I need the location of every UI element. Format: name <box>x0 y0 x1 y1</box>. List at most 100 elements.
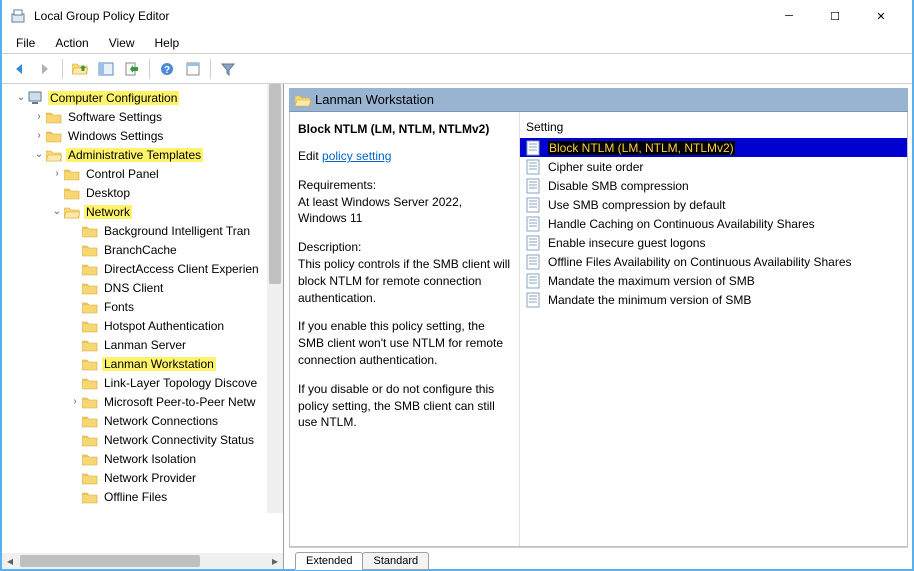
policy-icon <box>526 197 542 213</box>
vertical-scrollbar[interactable] <box>267 84 283 513</box>
scroll-right-arrow[interactable]: ▸ <box>267 553 283 569</box>
folder-icon <box>82 300 98 314</box>
setting-row[interactable]: Cipher suite order <box>520 157 907 176</box>
tree-label: Network Connections <box>102 414 220 428</box>
folder-icon <box>82 262 98 276</box>
menu-help[interactable]: Help <box>145 34 190 52</box>
settings-column: Setting Block NTLM (LM, NTLM, NTLMv2) Cip… <box>520 112 907 546</box>
tree-node-network-item[interactable]: Network Connections <box>8 411 283 430</box>
expander-icon[interactable]: › <box>68 396 82 407</box>
tree-node-network-item[interactable]: DirectAccess Client Experien <box>8 259 283 278</box>
expander-icon[interactable]: ⌄ <box>32 149 46 160</box>
setting-row[interactable]: Mandate the minimum version of SMB <box>520 290 907 309</box>
help-button[interactable]: ? <box>156 58 178 80</box>
tree-node-network-item[interactable]: Link-Layer Topology Discove <box>8 373 283 392</box>
expander-icon[interactable]: › <box>32 111 46 122</box>
tree-label: Lanman Server <box>102 338 188 352</box>
description-p1: This policy controls if the SMB client w… <box>298 257 510 305</box>
settings-column-header[interactable]: Setting <box>520 118 907 138</box>
folder-icon <box>82 414 98 428</box>
folder-icon <box>82 281 98 295</box>
tree-node-network-item[interactable]: Network Provider <box>8 468 283 487</box>
minimize-button[interactable]: ─ <box>766 0 812 32</box>
close-button[interactable]: ✕ <box>858 0 904 32</box>
folder-icon <box>82 433 98 447</box>
expander-icon[interactable]: › <box>32 130 46 141</box>
requirements-block: Requirements: At least Windows Server 20… <box>298 177 511 227</box>
toolbar: ? <box>2 54 912 84</box>
folder-icon <box>82 395 98 409</box>
tree-label: Administrative Templates <box>66 148 203 162</box>
filter-button[interactable] <box>217 58 239 80</box>
tree-node-network-item[interactable]: Offline Files <box>8 487 283 506</box>
policy-icon <box>526 273 542 289</box>
up-button[interactable] <box>69 58 91 80</box>
folder-icon <box>64 167 80 181</box>
requirements-text: At least Windows Server 2022, Windows 11 <box>298 195 462 226</box>
tree-node-network-item[interactable]: BranchCache <box>8 240 283 259</box>
scrollbar-thumb[interactable] <box>269 84 281 284</box>
policy-icon <box>526 216 542 232</box>
setting-row[interactable]: Enable insecure guest logons <box>520 233 907 252</box>
back-button[interactable] <box>8 58 30 80</box>
setting-row[interactable]: Mandate the maximum version of SMB <box>520 271 907 290</box>
tree-node-network[interactable]: ⌄ Network <box>8 202 283 221</box>
setting-row[interactable]: Offline Files Availability on Continuous… <box>520 252 907 271</box>
console-tree[interactable]: ⌄ Computer Configuration › Software Sett… <box>2 84 283 553</box>
setting-label: Handle Caching on Continuous Availabilit… <box>546 217 817 231</box>
maximize-button[interactable]: ☐ <box>812 0 858 32</box>
properties-button[interactable] <box>182 58 204 80</box>
tree-node-desktop[interactable]: Desktop <box>8 183 283 202</box>
folder-icon <box>82 224 98 238</box>
tree-node-network-item[interactable]: Background Intelligent Tran <box>8 221 283 240</box>
setting-row[interactable]: Disable SMB compression <box>520 176 907 195</box>
tree-node-network-item[interactable]: DNS Client <box>8 278 283 297</box>
tree-node-network-item[interactable]: Network Isolation <box>8 449 283 468</box>
setting-row[interactable]: Block NTLM (LM, NTLM, NTLMv2) <box>520 138 907 157</box>
menu-file[interactable]: File <box>6 34 45 52</box>
scrollbar-thumb[interactable] <box>20 555 200 567</box>
menu-action[interactable]: Action <box>45 34 98 52</box>
show-hide-tree-button[interactable] <box>95 58 117 80</box>
tree-label: BranchCache <box>102 243 179 257</box>
tree-node-computer-configuration[interactable]: ⌄ Computer Configuration <box>8 88 283 107</box>
menu-view[interactable]: View <box>99 34 145 52</box>
tree-node-administrative-templates[interactable]: ⌄ Administrative Templates <box>8 145 283 164</box>
tree-node-network-item[interactable]: Fonts <box>8 297 283 316</box>
tree-pane: ⌄ Computer Configuration › Software Sett… <box>2 84 284 569</box>
forward-button[interactable] <box>34 58 56 80</box>
tree-node-network-item[interactable]: ›Microsoft Peer-to-Peer Netw <box>8 392 283 411</box>
setting-row[interactable]: Use SMB compression by default <box>520 195 907 214</box>
tree-node-network-item[interactable]: Lanman Workstation <box>8 354 283 373</box>
scroll-left-arrow[interactable]: ◂ <box>2 553 18 569</box>
expander-icon[interactable]: ⌄ <box>14 92 28 103</box>
app-icon <box>10 8 26 24</box>
policy-name: Block NTLM (LM, NTLM, NTLMv2) <box>298 122 511 136</box>
tree-node-network-item[interactable]: Hotspot Authentication <box>8 316 283 335</box>
description-p2: If you enable this policy setting, the S… <box>298 318 511 368</box>
export-button[interactable] <box>121 58 143 80</box>
tree-node-software-settings[interactable]: › Software Settings <box>8 107 283 126</box>
expander-icon[interactable]: ⌄ <box>50 206 64 217</box>
tree-node-network-item[interactable]: Network Connectivity Status <box>8 430 283 449</box>
tree-label: Hotspot Authentication <box>102 319 226 333</box>
titlebar: Local Group Policy Editor ─ ☐ ✕ <box>2 0 912 32</box>
setting-label: Cipher suite order <box>546 160 645 174</box>
tree-node-network-item[interactable]: Lanman Server <box>8 335 283 354</box>
policy-icon <box>526 178 542 194</box>
tab-standard[interactable]: Standard <box>362 552 429 570</box>
horizontal-scrollbar[interactable]: ◂ ▸ <box>2 553 283 569</box>
tab-extended[interactable]: Extended <box>295 552 363 570</box>
expander-icon[interactable]: › <box>50 168 64 179</box>
tree-node-control-panel[interactable]: › Control Panel <box>8 164 283 183</box>
setting-row[interactable]: Handle Caching on Continuous Availabilit… <box>520 214 907 233</box>
tree-node-windows-settings[interactable]: › Windows Settings <box>8 126 283 145</box>
folder-icon <box>82 376 98 390</box>
edit-prefix: Edit <box>298 149 322 163</box>
policy-icon <box>526 235 542 251</box>
requirements-label: Requirements: <box>298 178 376 192</box>
folder-icon <box>46 129 62 143</box>
folder-icon <box>82 319 98 333</box>
edit-policy-link[interactable]: policy setting <box>322 149 391 163</box>
setting-label: Mandate the minimum version of SMB <box>546 293 753 307</box>
